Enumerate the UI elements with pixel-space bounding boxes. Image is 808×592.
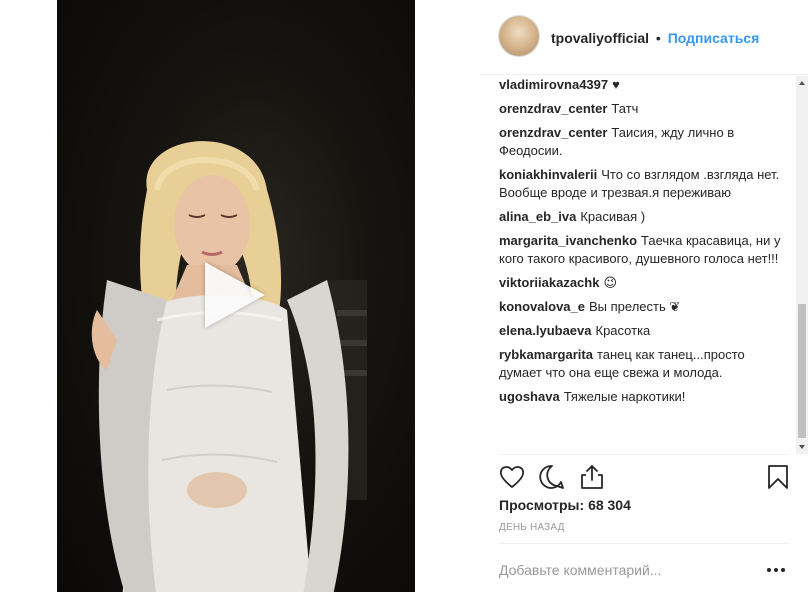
more-options-icon[interactable] [766,566,786,574]
scroll-up-arrow-icon[interactable] [799,81,805,85]
views-value: 68 304 [588,497,631,513]
comment-username[interactable]: rybkamargarita [499,347,593,362]
comment-username[interactable]: ugoshava [499,389,560,404]
list-item: konovalova_e Вы прелесть ❦ [499,298,789,316]
views-label: Просмотры: [499,497,585,513]
action-bar [499,464,791,490]
views-count: Просмотры: 68 304 [499,497,631,513]
list-item: orenzdrav_center Таисия, жду лично в Феод… [499,124,789,160]
list-item: vladimirovna4397 ♥ [499,76,789,94]
comment-username[interactable]: viktoriiakazachk [499,275,599,290]
list-item: koniakhinvalerii Что со взглядом .взгляда… [499,166,789,202]
comment-username[interactable]: margarita_ivanchenko [499,233,637,248]
follow-button[interactable]: Подписаться [668,30,760,46]
scroll-down-arrow-icon[interactable] [799,445,805,449]
share-icon[interactable] [579,464,605,490]
comment-text: Татч [611,101,639,116]
page-margin [0,0,57,592]
comment-text: 😉 [603,275,618,290]
author-username[interactable]: tpovaliyofficial [551,30,649,46]
comment-text: Вы прелесть ❦ [589,299,681,314]
bookmark-icon[interactable] [765,464,791,490]
list-item: elena.lyubaeva Красотка [499,322,789,340]
comments-scrollbar[interactable] [796,76,808,454]
header-text: tpovaliyofficial • Подписаться [551,30,759,46]
post-header: tpovaliyofficial • Подписаться [480,0,808,75]
list-item: orenzdrav_center Татч [499,100,789,118]
divider [499,543,789,544]
comment-username[interactable]: orenzdrav_center [499,125,607,140]
comments-list: vladimirovna4397 ♥ orenzdrav_center Татч o… [499,76,789,454]
list-item: alina_eb_iva Красивая ) [499,208,789,226]
comment-username[interactable]: vladimirovna4397 [499,77,608,92]
list-item: ugoshava Тяжелые наркотики! [499,388,789,406]
scrollbar-thumb[interactable] [798,304,806,438]
comment-text: ♥ [612,77,620,92]
comment-username[interactable]: orenzdrav_center [499,101,607,116]
comment-username[interactable]: alina_eb_iva [499,209,576,224]
list-item: viktoriiakazachk 😉 [499,274,789,292]
comment-username[interactable]: konovalova_e [499,299,585,314]
post-panel: tpovaliyofficial • Подписаться vladimiro… [480,0,808,592]
comment-username[interactable]: koniakhinvalerii [499,167,597,182]
divider [499,454,789,455]
video-frame-figure [91,141,367,592]
comment-icon[interactable] [539,464,565,490]
heart-icon[interactable] [499,464,525,490]
avatar[interactable] [499,16,539,56]
comment-text: Красивая ) [580,209,646,224]
separator-dot: • [655,30,661,46]
list-item: rybkamargarita танец как танец...просто д… [499,346,789,382]
comment-text: Тяжелые наркотики! [563,389,686,404]
list-item: margarita_ivanchenko Таечка красавица, ни… [499,232,789,268]
post-date[interactable]: ДЕНЬ НАЗАД [499,522,565,533]
comment-text: Красотка [595,323,651,338]
add-comment-input[interactable] [499,560,759,580]
comment-username[interactable]: elena.lyubaeva [499,323,592,338]
video-player[interactable] [57,0,415,592]
play-button-icon[interactable] [205,262,265,328]
